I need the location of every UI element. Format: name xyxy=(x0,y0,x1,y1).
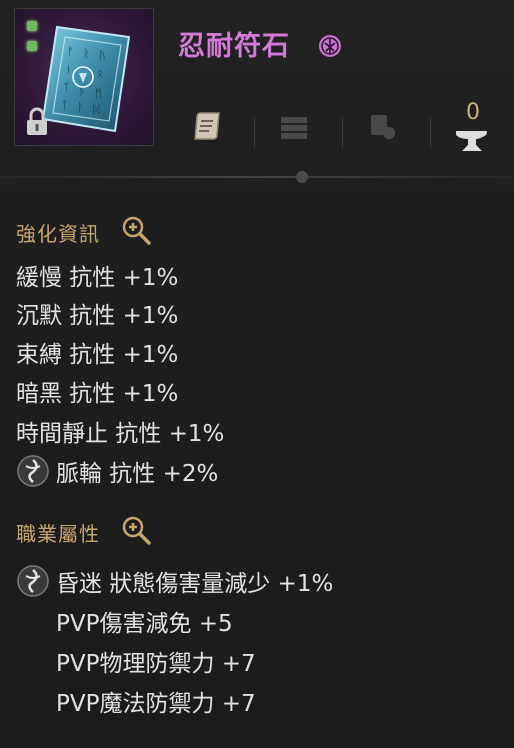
slot-button[interactable] xyxy=(360,104,404,148)
item-icon-frame[interactable]: ᚠᚱᚢ ᚾᛟ ᛉᚦᛗ ᛏᚹᛞ xyxy=(14,8,154,146)
stat-line: PVP物理防禦力 +7 xyxy=(56,651,256,677)
item-action-bar xyxy=(180,104,510,164)
divider xyxy=(430,118,431,148)
stat-line: 緩慢 抗性 +1% xyxy=(16,265,179,291)
svg-text:ᛟ: ᛟ xyxy=(97,67,104,80)
svg-text:ᚾ: ᚾ xyxy=(65,63,72,76)
stat-line: 束縛 抗性 +1% xyxy=(16,342,179,368)
svg-text:ᛉ: ᛉ xyxy=(63,81,70,94)
stack-icon xyxy=(281,117,307,139)
socket-gem-icon xyxy=(27,41,37,51)
slot-icon xyxy=(371,115,395,139)
chakra-swirl-icon xyxy=(17,455,49,487)
scroll-button[interactable] xyxy=(186,104,230,148)
class-section-title: 職業屬性 xyxy=(16,522,100,546)
magnify-plus-icon[interactable] xyxy=(120,214,152,246)
stat-line: 沉默 抗性 +1% xyxy=(16,303,179,329)
enhance-section-title: 強化資訊 xyxy=(16,222,100,246)
svg-text:ᚱ: ᚱ xyxy=(83,47,90,60)
stat-line: 昏迷 狀態傷害量減少 +1% xyxy=(56,571,334,597)
magnify-plus-icon[interactable] xyxy=(120,514,152,546)
svg-text:ᛏ: ᛏ xyxy=(61,99,68,112)
stat-line: 時間靜止 抗性 +1% xyxy=(16,421,225,447)
svg-text:ᚹ: ᚹ xyxy=(77,101,84,114)
stat-line: PVP魔法防禦力 +7 xyxy=(56,691,256,717)
item-name: 忍耐符石 xyxy=(178,31,290,62)
item-tooltip-panel: ᚠᚱᚢ ᚾᛟ ᛉᚦᛗ ᛏᚹᛞ 忍耐符石 0 強化資訊 緩慢 抗性 +1% 沉默 … xyxy=(0,0,514,748)
lock-icon xyxy=(27,107,47,135)
grade-icon xyxy=(319,35,341,57)
socket-gem-icon xyxy=(27,21,37,31)
svg-text:ᛞ: ᛞ xyxy=(93,103,100,116)
divider xyxy=(254,118,255,148)
stat-line: 暗黑 抗性 +1% xyxy=(16,381,179,407)
stat-line: PVP傷害減免 +5 xyxy=(56,611,233,637)
stack-button[interactable] xyxy=(272,104,316,148)
chakra-swirl-icon xyxy=(17,565,49,597)
divider-ornament xyxy=(296,171,308,183)
svg-text:ᚢ: ᚢ xyxy=(99,49,106,62)
scroll-icon xyxy=(194,112,220,140)
svg-text:ᛗ: ᛗ xyxy=(95,87,102,100)
enchant-level: 0 xyxy=(466,100,480,125)
divider xyxy=(342,118,343,148)
anvil-icon xyxy=(456,131,487,151)
item-icon: ᚠᚱᚢ ᚾᛟ ᛉᚦᛗ ᛏᚹᛞ xyxy=(41,25,131,133)
header-divider xyxy=(0,176,514,178)
stat-line: 脈輪 抗性 +2% xyxy=(56,461,219,487)
svg-text:ᚠ: ᚠ xyxy=(67,45,74,58)
